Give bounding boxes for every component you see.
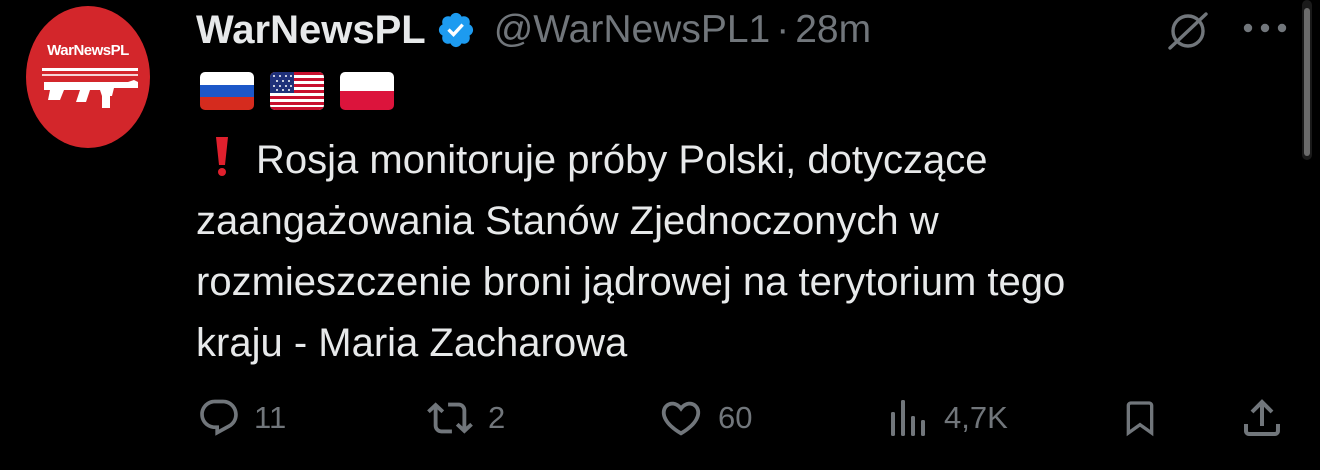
bookmark-button[interactable] <box>1120 388 1160 448</box>
reply-button[interactable]: 11 <box>196 388 286 448</box>
share-button[interactable] <box>1238 388 1286 448</box>
views-button[interactable]: 4,7K <box>888 388 1008 448</box>
flag-row <box>200 72 394 110</box>
tweet-text-line-1-content: Rosja monitoruje próby Polski, dotyczące <box>256 138 988 182</box>
rifle-icon <box>42 68 138 108</box>
heart-icon <box>661 401 701 436</box>
repost-icon <box>427 402 473 434</box>
action-bar: 11 2 60 4,7K <box>0 388 1320 448</box>
avatar-circle: WarNewsPL <box>26 6 150 148</box>
reply-count: 11 <box>254 400 287 435</box>
like-button[interactable]: 60 <box>656 388 752 448</box>
handle[interactable]: @WarNewsPL1 <box>494 8 771 52</box>
more-options-icon[interactable] <box>1242 22 1288 34</box>
timestamp[interactable]: 28m <box>795 8 871 52</box>
poland-flag-icon <box>340 72 394 110</box>
share-icon <box>1244 399 1280 436</box>
russia-flag-icon <box>200 72 254 110</box>
exclamation-icon <box>216 137 228 176</box>
avatar-logo-text: WarNewsPL <box>47 42 129 59</box>
reply-icon <box>200 399 238 436</box>
tweet-text-line-1: Rosja monitoruje próby Polski, dotyczące <box>196 130 1286 191</box>
tweet-text-line-2: zaangażowania Stanów Zjednoczonych w <box>196 199 939 243</box>
verified-badge-icon[interactable] <box>436 10 476 50</box>
tweet-text: Rosja monitoruje próby Polski, dotyczące… <box>196 130 1286 374</box>
tweet[interactable]: WarNewsPL WarNewsPL @WarNewsPL1 · 28m Ro… <box>0 0 1320 470</box>
tweet-header: WarNewsPL @WarNewsPL1 · 28m <box>196 2 871 58</box>
views-icon <box>891 400 925 436</box>
scrollbar-thumb[interactable] <box>1304 8 1310 156</box>
usa-flag-icon <box>270 72 324 110</box>
views-count: 4,7K <box>944 400 1008 435</box>
bookmark-icon <box>1126 401 1154 437</box>
avatar[interactable]: WarNewsPL <box>26 6 150 148</box>
tweet-text-line-3: rozmieszczenie broni jądrowej na terytor… <box>196 260 1066 304</box>
repost-button[interactable]: 2 <box>424 388 505 448</box>
separator-dot: · <box>776 8 790 51</box>
repost-count: 2 <box>488 400 506 435</box>
display-name[interactable]: WarNewsPL <box>196 8 426 53</box>
like-count: 60 <box>718 400 753 435</box>
tweet-text-line-4: kraju - Maria Zacharowa <box>196 321 628 365</box>
grok-icon[interactable] <box>1164 10 1212 52</box>
